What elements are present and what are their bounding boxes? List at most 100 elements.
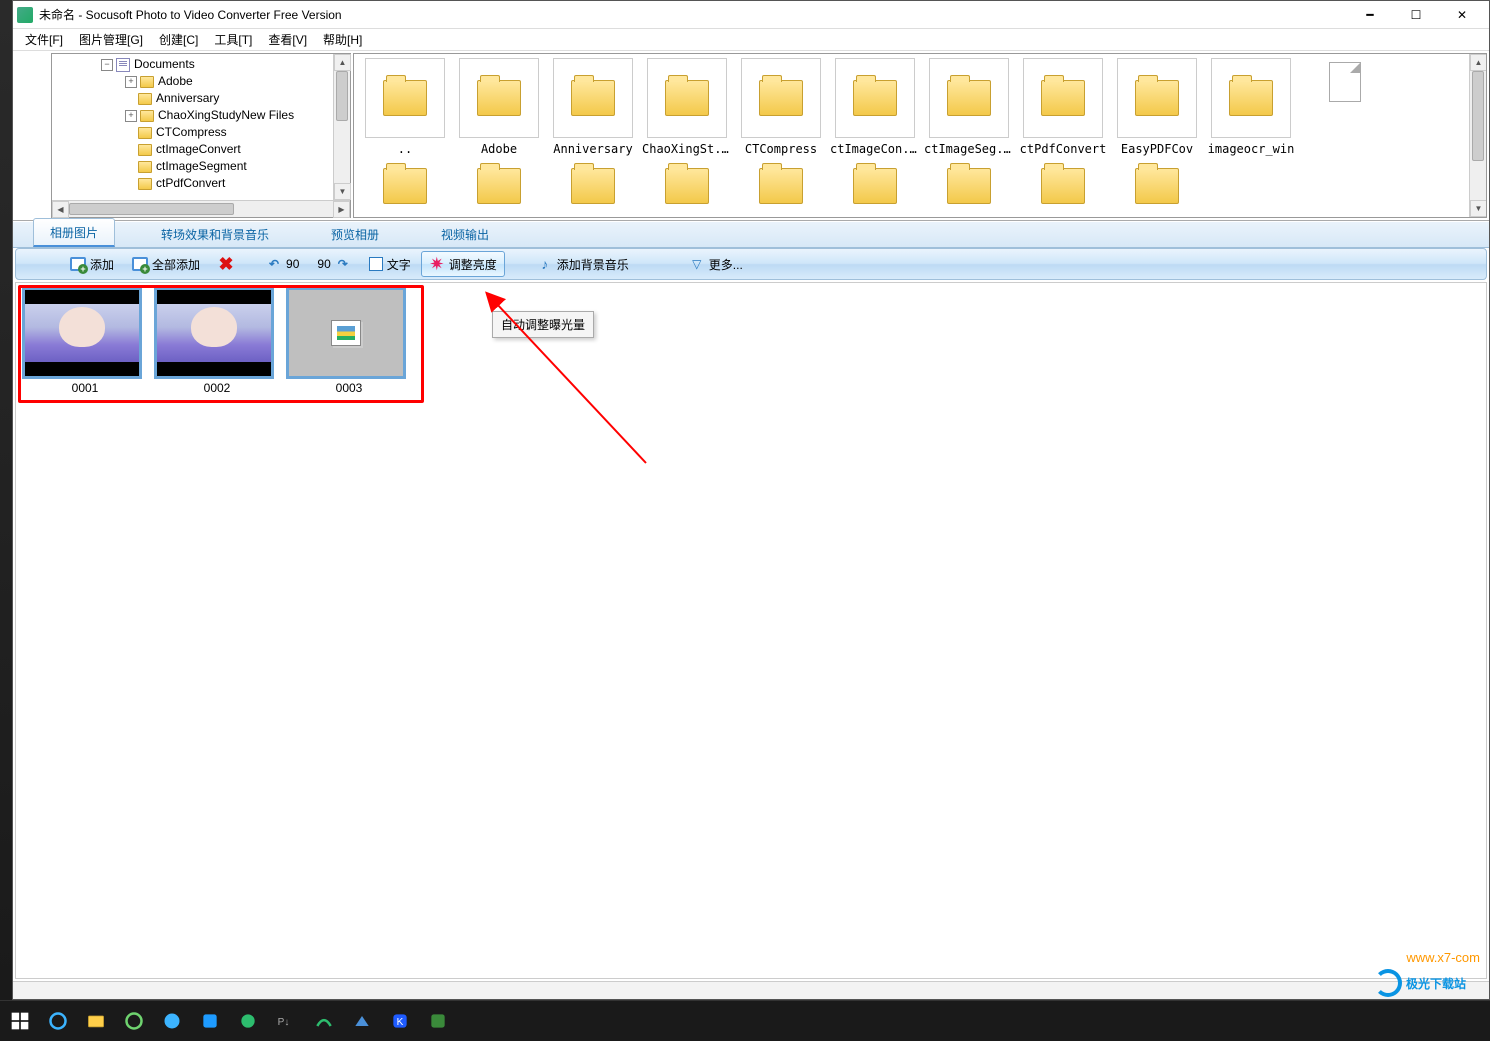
file-item[interactable] [1300, 58, 1390, 156]
tree-item[interactable]: ctPdfConvert [156, 175, 225, 192]
tab-preview-album[interactable]: 预览相册 [315, 221, 395, 247]
folder-item[interactable]: ctPdfConvert [1018, 58, 1108, 156]
folder-tree[interactable]: − Documents + Adobe Anniversary + [52, 54, 333, 200]
tab-album-photos[interactable]: 相册图片 [33, 218, 115, 247]
add-all-button[interactable]: 全部添加 [124, 251, 208, 277]
tree-item[interactable]: ChaoXingStudyNew Files [158, 107, 294, 124]
menu-file[interactable]: 文件[F] [17, 28, 71, 51]
scrollbar-thumb[interactable] [1472, 71, 1484, 161]
thumbnail-item[interactable]: 0002 [154, 287, 280, 395]
folder-icon [947, 168, 991, 204]
taskbar-pdf-icon[interactable]: P↓ [272, 1007, 300, 1035]
scroll-up-icon[interactable]: ▲ [334, 54, 351, 71]
folder-item[interactable]: Adobe [454, 58, 544, 156]
tree-item[interactable]: ctImageSegment [156, 158, 247, 175]
scrollbar-thumb[interactable] [336, 71, 348, 121]
maximize-button[interactable]: ☐ [1393, 1, 1439, 29]
folder-item[interactable]: imageocr_win [1206, 58, 1296, 156]
tab-video-output[interactable]: 视频输出 [425, 221, 505, 247]
taskbar-edge-icon[interactable] [44, 1007, 72, 1035]
folder-item[interactable]: ctImageCon... [830, 58, 920, 156]
more-button[interactable]: ▽更多... [681, 251, 751, 277]
folder-item[interactable] [454, 162, 544, 214]
taskbar-app-icon[interactable] [348, 1007, 376, 1035]
folder-item[interactable]: ctImageSeg... [924, 58, 1014, 156]
folder-item[interactable] [1018, 162, 1108, 214]
taskbar-app-icon[interactable] [310, 1007, 338, 1035]
album-toolbar: 添加 全部添加 ✖ ↶90 90↷ 文字 ✷调整亮度 ♪添加背景音乐 ▽更多..… [15, 248, 1487, 280]
folder-item[interactable]: Anniversary [548, 58, 638, 156]
menu-create[interactable]: 创建[C] [151, 28, 206, 51]
tree-collapse-icon[interactable]: − [101, 59, 113, 71]
folder-icon [853, 80, 897, 116]
minimize-button[interactable]: ━ [1347, 1, 1393, 29]
folder-item[interactable] [1112, 162, 1202, 214]
folder-icon [571, 80, 615, 116]
folder-icon [759, 80, 803, 116]
tree-root-label[interactable]: Documents [134, 56, 195, 73]
folder-icon [138, 93, 152, 105]
tree-item[interactable]: CTCompress [156, 124, 227, 141]
folder-icon [140, 110, 154, 122]
folder-item[interactable] [736, 162, 826, 214]
folder-icon [1229, 80, 1273, 116]
taskbar-explorer-icon[interactable] [82, 1007, 110, 1035]
thumbnail-item[interactable]: 0003 [286, 287, 412, 395]
menu-view[interactable]: 查看[V] [260, 28, 315, 51]
taskbar-app-icon[interactable] [158, 1007, 186, 1035]
folder-item[interactable] [548, 162, 638, 214]
scroll-right-icon[interactable]: ▶ [333, 201, 350, 218]
text-button[interactable]: 文字 [361, 251, 419, 277]
folder-item[interactable] [642, 162, 732, 214]
brightness-button[interactable]: ✷调整亮度 [421, 251, 505, 277]
add-music-button[interactable]: ♪添加背景音乐 [529, 251, 637, 277]
folder-item-up[interactable]: .. [360, 58, 450, 156]
svg-text:K: K [397, 1017, 404, 1028]
tree-horizontal-scrollbar[interactable]: ◀ ▶ [52, 200, 350, 217]
scrollbar-thumb[interactable] [69, 203, 234, 215]
add-button[interactable]: 添加 [62, 251, 122, 277]
menu-tools[interactable]: 工具[T] [206, 28, 260, 51]
scroll-up-icon[interactable]: ▲ [1470, 54, 1487, 71]
folder-item[interactable]: CTCompress [736, 58, 826, 156]
menu-help[interactable]: 帮助[H] [315, 28, 370, 51]
tree-item[interactable]: Anniversary [156, 90, 219, 107]
folder-icon [383, 168, 427, 204]
scroll-down-icon[interactable]: ▼ [1470, 200, 1487, 217]
folder-icon [665, 80, 709, 116]
menu-image-mgmt[interactable]: 图片管理[G] [71, 28, 151, 51]
tree-expand-icon[interactable]: + [125, 110, 137, 122]
window-title: 未命名 - Socusoft Photo to Video Converter … [39, 6, 1347, 23]
folder-item[interactable] [924, 162, 1014, 214]
close-button[interactable]: ✕ [1439, 1, 1485, 29]
taskbar-app-icon[interactable] [234, 1007, 262, 1035]
delete-button[interactable]: ✖ [210, 251, 242, 277]
taskbar-current-app-icon[interactable] [424, 1007, 452, 1035]
folder-vertical-scrollbar[interactable]: ▲ ▼ [1469, 54, 1486, 217]
tree-expand-icon[interactable]: + [125, 76, 137, 88]
rotate-left-button[interactable]: ↶90 [258, 251, 307, 277]
folder-icon [1135, 80, 1179, 116]
tree-vertical-scrollbar[interactable]: ▲ ▼ [333, 54, 350, 200]
folder-content[interactable]: .. Adobe Anniversary ChaoXingSt... CTCom… [354, 54, 1469, 217]
tree-item[interactable]: Adobe [158, 73, 193, 90]
folder-item[interactable]: ChaoXingSt... [642, 58, 732, 156]
rotate-right-button[interactable]: 90↷ [309, 251, 358, 277]
photo-album-area[interactable]: 0001 0002 0003 自动调整曝光量 [15, 282, 1487, 979]
folder-item[interactable] [360, 162, 450, 214]
brightness-tooltip: 自动调整曝光量 [492, 311, 594, 338]
start-button[interactable] [6, 1007, 34, 1035]
resize-handle-icon [159, 362, 171, 374]
scroll-down-icon[interactable]: ▼ [334, 183, 351, 200]
tree-item[interactable]: ctImageConvert [156, 141, 241, 158]
folder-icon [383, 80, 427, 116]
folder-item[interactable] [830, 162, 920, 214]
folder-item[interactable]: EasyPDFCov [1112, 58, 1202, 156]
taskbar-browser-icon[interactable] [120, 1007, 148, 1035]
scroll-left-icon[interactable]: ◀ [52, 201, 69, 218]
tab-transition-music[interactable]: 转场效果和背景音乐 [145, 221, 285, 247]
thumbnail-item[interactable]: 0001 [22, 287, 148, 395]
taskbar-app-icon[interactable] [196, 1007, 224, 1035]
taskbar-app-icon[interactable]: K [386, 1007, 414, 1035]
resize-handle-icon [27, 362, 39, 374]
